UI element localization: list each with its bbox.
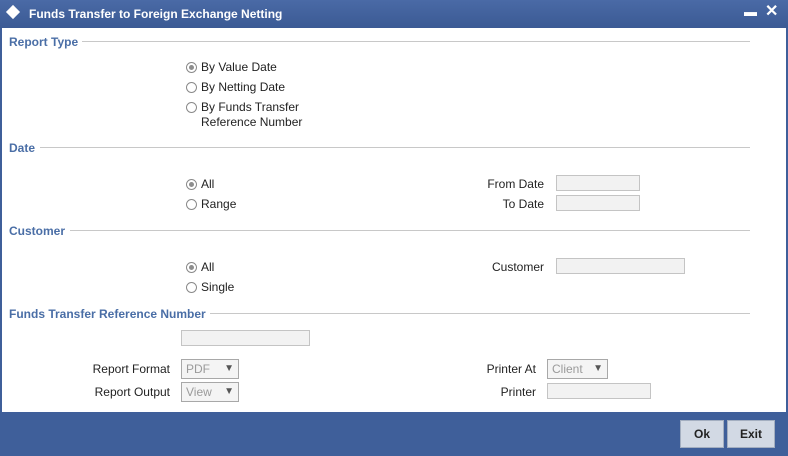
report-output-label: Report Output (94, 385, 170, 399)
window-title: Funds Transfer to Foreign Exchange Netti… (29, 7, 283, 21)
divider (70, 230, 750, 231)
chevron-down-icon: ▼ (224, 363, 234, 374)
report-format-select[interactable]: PDF ▼ (181, 359, 239, 379)
report-format-label: Report Format (92, 362, 170, 376)
section-ft-reference: Funds Transfer Reference Number (9, 307, 206, 321)
divider (210, 313, 750, 314)
ft-reference-field[interactable] (181, 330, 310, 346)
exit-button[interactable]: Exit (727, 420, 775, 448)
footer-bar: Ok Exit (0, 412, 788, 456)
window-diamond-icon (5, 4, 21, 20)
divider (82, 41, 750, 42)
label-by-netting-date: By Netting Date (201, 80, 286, 94)
label-date-range: Range (201, 197, 237, 211)
label-customer-all: All (201, 260, 215, 274)
label-customer-single: Single (201, 280, 235, 294)
divider (40, 147, 750, 148)
printer-field[interactable] (547, 383, 651, 399)
title-bar: Funds Transfer to Foreign Exchange Netti… (0, 0, 788, 28)
to-date-label: To Date (502, 197, 544, 211)
printer-label: Printer (500, 385, 536, 399)
radio-customer-single[interactable] (186, 282, 197, 293)
close-icon[interactable]: ✕ (765, 1, 778, 21)
to-date-field[interactable] (556, 195, 640, 211)
label-by-value-date: By Value Date (201, 60, 277, 74)
section-report-type: Report Type (9, 35, 79, 49)
radio-by-value-date[interactable] (186, 62, 197, 73)
label-date-all: All (201, 177, 215, 191)
printer-at-label: Printer At (486, 362, 536, 376)
customer-field[interactable] (556, 258, 685, 274)
customer-label: Customer (491, 260, 544, 274)
section-customer: Customer (9, 224, 66, 238)
form-panel: Report Type By Value Date By Netting Dat… (2, 28, 786, 412)
label-by-ft-reference-line1: By Funds Transfer (201, 100, 300, 114)
chevron-down-icon: ▼ (224, 386, 234, 397)
label-by-ft-reference-line2: Reference Number (201, 115, 303, 129)
report-output-select[interactable]: View ▼ (181, 382, 239, 402)
report-output-value: View (186, 385, 212, 399)
printer-at-select[interactable]: Client ▼ (547, 359, 608, 379)
from-date-field[interactable] (556, 175, 640, 191)
report-format-value: PDF (186, 362, 210, 376)
chevron-down-icon: ▼ (593, 363, 603, 374)
section-date: Date (9, 141, 36, 155)
printer-at-value: Client (552, 362, 583, 376)
radio-by-netting-date[interactable] (186, 82, 197, 93)
radio-by-ft-reference[interactable] (186, 102, 197, 113)
radio-customer-all[interactable] (186, 262, 197, 273)
from-date-label: From Date (487, 177, 544, 191)
ok-button[interactable]: Ok (680, 420, 724, 448)
minimize-icon[interactable]: ▬ (744, 4, 757, 19)
radio-date-all[interactable] (186, 179, 197, 190)
radio-date-range[interactable] (186, 199, 197, 210)
